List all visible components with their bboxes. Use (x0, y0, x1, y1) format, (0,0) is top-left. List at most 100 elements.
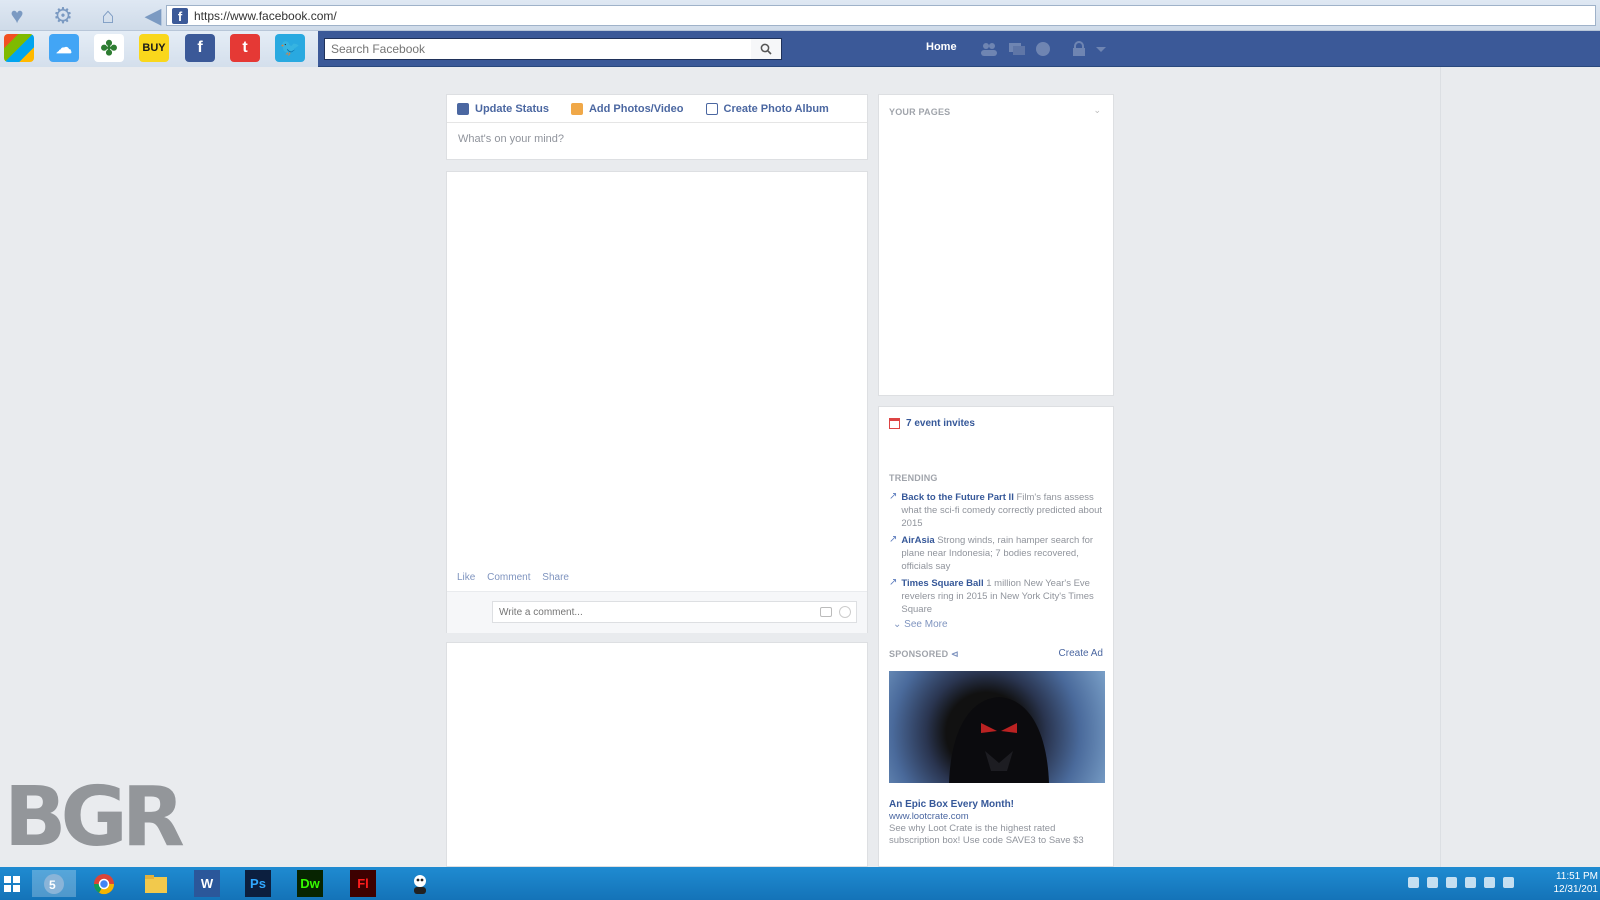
trending-item[interactable]: ↗ Times Square Ball 1 million New Year's… (889, 577, 1105, 616)
ad-headline[interactable]: An Epic Box Every Month! (889, 799, 1014, 810)
your-pages-card: YOUR PAGES ⌄ (878, 94, 1114, 396)
status-composer: Update Status Add Photos/Video Create Ph… (446, 94, 868, 160)
page-divider (1440, 67, 1441, 867)
privacy-lock-icon[interactable] (1070, 41, 1088, 57)
add-photos-tab[interactable]: Add Photos/Video (570, 102, 684, 115)
search-icon (760, 43, 772, 55)
add-photos-label: Add Photos/Video (588, 102, 684, 115)
photoshop-app-icon[interactable]: Ps (245, 870, 271, 897)
create-album-tab[interactable]: Create Photo Album (705, 102, 829, 115)
ad-description: See why Loot Crate is the highest rated … (889, 823, 1084, 846)
composer-tabs: Update Status Add Photos/Video Create Ph… (447, 95, 867, 123)
helmet-image (949, 697, 1049, 783)
megaphone-icon: ⊲ (951, 649, 959, 659)
cloud-icon[interactable] (1465, 877, 1476, 888)
trending-arrow-icon: ↗ (889, 577, 898, 588)
flash-app-icon[interactable]: Fl (350, 870, 376, 897)
messenger-app-icon[interactable] (402, 870, 438, 897)
word-app-icon[interactable]: W (194, 870, 220, 897)
album-icon (705, 102, 718, 115)
feed-post (446, 642, 868, 867)
cloud-bookmark[interactable]: ☁ (49, 34, 79, 62)
volume-icon[interactable] (1503, 877, 1514, 888)
messages-icon[interactable] (1008, 41, 1026, 57)
gear-icon[interactable]: ⚙ (50, 3, 76, 29)
home-icon[interactable]: ⌂ (95, 3, 121, 29)
comment-row (447, 591, 867, 633)
friend-requests-icon[interactable] (980, 41, 998, 57)
url-text: https://www.facebook.com/ (194, 8, 337, 23)
windows-taskbar: 5 W Ps Dw Fl 11:51 PM 12/31/201 (0, 867, 1600, 900)
bestbuy-bookmark[interactable]: BUY (139, 34, 169, 62)
dreamweaver-app-icon[interactable]: Dw (297, 870, 323, 897)
status-input[interactable]: What's on your mind? (447, 123, 867, 155)
trending-title: TRENDING (889, 473, 938, 483)
monitor-icon[interactable] (1484, 877, 1495, 888)
clover-bookmark[interactable]: ✤ (94, 34, 124, 62)
search-box (324, 38, 782, 60)
search-button[interactable] (751, 39, 781, 59)
windows-bookmark[interactable] (4, 34, 34, 62)
trending-item[interactable]: ↗ Back to the Future Part II Film's fans… (889, 491, 1105, 530)
browser-toolbar: ♥ ⚙ ⌂ ◀ f https://www.facebook.com/ (0, 0, 1600, 31)
windows-start-icon[interactable] (2, 870, 22, 897)
post-actions: Like Comment Share (457, 572, 578, 583)
like-link[interactable]: Like (457, 572, 475, 583)
update-status-tab[interactable]: Update Status (457, 102, 549, 115)
create-album-label: Create Photo Album (723, 102, 829, 115)
bgr-watermark-logo: BGR (4, 770, 185, 865)
chevron-down-icon[interactable] (1092, 41, 1110, 57)
tray-network-icon[interactable] (1427, 877, 1438, 888)
ad-image[interactable] (889, 671, 1105, 783)
your-pages-title: YOUR PAGES (889, 107, 951, 117)
update-status-label: Update Status (475, 102, 549, 115)
home-link[interactable]: Home (926, 41, 957, 53)
favorites-heart-icon[interactable]: ♥ (4, 3, 30, 29)
twitter-bookmark[interactable]: 🐦 (275, 34, 305, 62)
create-ad-link[interactable]: Create Ad (1059, 648, 1103, 659)
trending-topic: Times Square Ball (901, 578, 984, 589)
search-input[interactable] (331, 42, 751, 56)
comment-box (492, 601, 857, 623)
clock-date: 12/31/201 (1553, 884, 1599, 895)
feed-post: Like Comment Share (446, 171, 868, 633)
taskbar-clock[interactable]: 11:51 PM 12/31/201 (1554, 870, 1599, 896)
ad-url[interactable]: www.lootcrate.com (889, 811, 969, 822)
event-invites-label: 7 event invites (906, 418, 975, 429)
trending-arrow-icon: ↗ (889, 534, 898, 545)
sponsored-title: SPONSORED ⊲ (889, 649, 959, 659)
see-more-link[interactable]: ⌄ See More (893, 619, 948, 630)
comment-input[interactable] (499, 607, 799, 618)
comment-link[interactable]: Comment (487, 572, 530, 583)
chrome-app-icon[interactable] (86, 870, 122, 897)
photo-icon (570, 102, 583, 115)
right-sidebar-card: 7 event invites TRENDING ↗ Back to the F… (878, 406, 1114, 867)
browser-app-icon[interactable]: 5 (32, 870, 76, 897)
facebook-header: Home (318, 31, 1600, 67)
trending-item[interactable]: ↗ AirAsia Strong winds, rain hamper sear… (889, 534, 1105, 573)
facebook-favicon: f (172, 7, 188, 24)
pencil-icon (457, 102, 469, 115)
system-tray (1408, 877, 1514, 888)
trending-arrow-icon: ↗ (889, 491, 898, 502)
address-bar[interactable]: f https://www.facebook.com/ (166, 5, 1596, 26)
flag-icon[interactable] (1446, 877, 1457, 888)
clock-time: 11:51 PM (1555, 871, 1598, 882)
calendar-icon (889, 418, 900, 429)
t-bookmark[interactable]: t (230, 34, 260, 62)
tray-app-icon[interactable] (1408, 877, 1419, 888)
see-more-label: See More (904, 619, 948, 630)
facebook-bookmark[interactable]: f (185, 34, 215, 62)
chevron-down-icon[interactable]: ⌄ (1093, 105, 1101, 116)
share-link[interactable]: Share (542, 572, 569, 583)
file-explorer-app-icon[interactable] (138, 870, 174, 897)
emoji-icon[interactable] (839, 606, 851, 618)
back-arrow-icon[interactable]: ◀ (140, 3, 166, 29)
event-invites-link[interactable]: 7 event invites (889, 418, 975, 429)
svg-text:5: 5 (49, 878, 56, 892)
bookmarks-bar: ☁ ✤ BUY f t 🐦 (0, 31, 318, 67)
trending-topic: Back to the Future Part II (901, 492, 1014, 503)
trending-topic: AirAsia (901, 535, 935, 546)
notifications-globe-icon[interactable] (1034, 41, 1052, 57)
camera-icon[interactable] (820, 607, 832, 617)
